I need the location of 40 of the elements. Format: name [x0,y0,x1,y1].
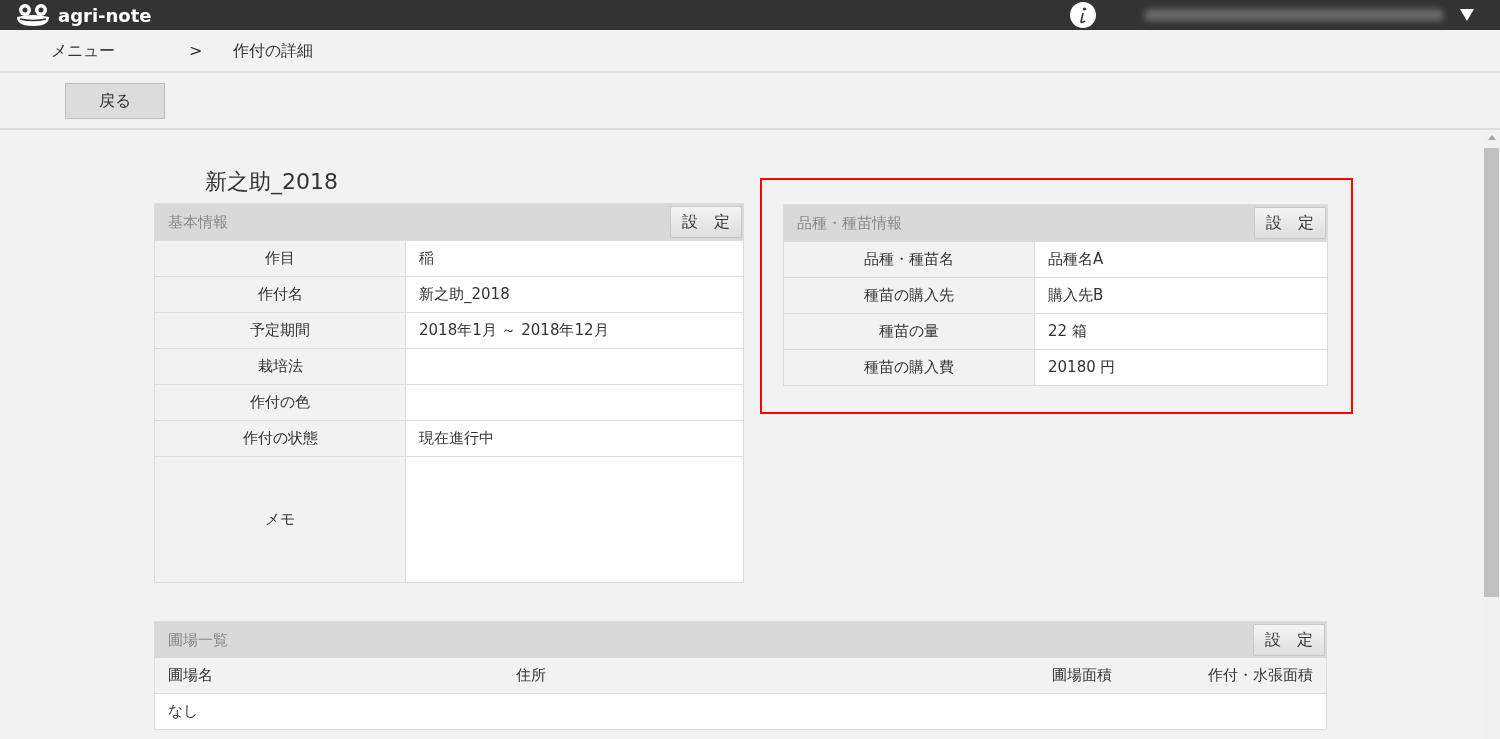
row-label: 作付名 [155,277,406,312]
dropdown-caret-icon[interactable] [1460,9,1474,21]
row-label: メモ [155,457,406,582]
scrollbar-thumb[interactable] [1484,148,1499,597]
app-logo-text: agri-note [58,3,152,28]
card-title: 品種・種苗情報 [797,212,902,234]
settings-button[interactable]: 設 定 [1254,207,1326,239]
row-label: 種苗の購入費 [784,350,1035,385]
breadcrumb-item: > [189,39,204,62]
back-button[interactable]: 戻る [65,82,165,119]
breadcrumb-item[interactable]: メニュー [51,38,189,63]
breadcrumb-item: 作付の詳細 [233,39,313,62]
row-value: 新之助_2018 [418,284,511,306]
row-label: 種苗の購入先 [784,278,1035,313]
card-title: 基本情報 [168,211,228,233]
column-header: 作付・水張面積 [1207,665,1314,687]
row-label: 作付の色 [155,385,406,420]
info-icon[interactable] [1070,2,1096,28]
row-value: 稲 [418,248,435,270]
card-title: 圃場一覧 [168,629,228,651]
column-header: 住所 [516,665,547,687]
settings-button[interactable]: 設 定 [1253,624,1325,656]
row-label: 作付の状態 [155,421,406,456]
row-label: 品種・種苗名 [784,242,1035,277]
row-value: 品種名A [1047,249,1105,271]
row-value: 2018年1月 ～ 2018年12月 [418,320,610,342]
row-label: 種苗の量 [784,314,1035,349]
row-value: 購入先B [1047,285,1105,307]
row-value: 20180 円 [1047,357,1117,379]
row-label: 栽培法 [155,349,406,384]
column-header: 圃場面積 [1051,665,1112,687]
settings-button[interactable]: 設 定 [670,206,742,238]
frog-logo-icon [16,3,50,27]
column-header: 圃場名 [168,665,214,687]
row-value: 現在進行中 [418,428,495,450]
table-cell-text: なし [168,701,199,723]
row-label: 作目 [155,241,406,276]
row-value: 22 箱 [1047,321,1088,343]
crop-title: 新之助_2018 [205,168,338,197]
row-label: 予定期間 [155,313,406,348]
